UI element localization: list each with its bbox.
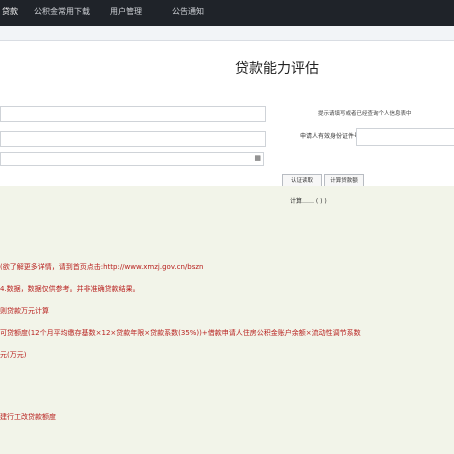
page-title: 贷款能力评估 bbox=[235, 61, 319, 77]
info-line-4: 可贷额度(12个月平均缴存基数×12×贷款年限×贷款系数(35%))+借款申请人… bbox=[0, 329, 361, 337]
nav-item-downloads[interactable]: 公积金常用下载 bbox=[34, 6, 90, 17]
calendar-icon[interactable]: ▦ bbox=[254, 154, 261, 162]
info-line-3: 则贷款万元计算 bbox=[0, 307, 49, 315]
result-panel bbox=[0, 186, 454, 454]
form-select[interactable]: ▦ bbox=[0, 152, 264, 166]
applicant-id-input[interactable] bbox=[356, 128, 454, 146]
nav-item-notices[interactable]: 公告通知 bbox=[172, 6, 204, 17]
info-line-2: 4.数据，数据仅供参考。并非准确贷款结果。 bbox=[0, 285, 140, 293]
info-line-6: 建行工改贷款额度 bbox=[0, 413, 56, 421]
form-field-2[interactable] bbox=[0, 131, 266, 147]
result-hint: 计算…… ( ) ) bbox=[290, 198, 327, 205]
info-line-5: 元(万元) bbox=[0, 351, 27, 359]
nav-item-user-management[interactable]: 用户管理 bbox=[110, 6, 142, 17]
form-note: 提示请填写或者已经查询个人信息表中 bbox=[318, 111, 412, 117]
info-line-1: (欲了解更多详情，请到首页点击:http://www.xmzj.gov.cn/b… bbox=[0, 263, 204, 271]
nav-item-loan[interactable]: 贷款 bbox=[2, 6, 18, 17]
top-nav-bar: 贷款 公积金常用下载 用户管理 公告通知 bbox=[0, 0, 454, 26]
sub-toolbar bbox=[0, 26, 454, 41]
form-field-1[interactable] bbox=[0, 106, 266, 122]
